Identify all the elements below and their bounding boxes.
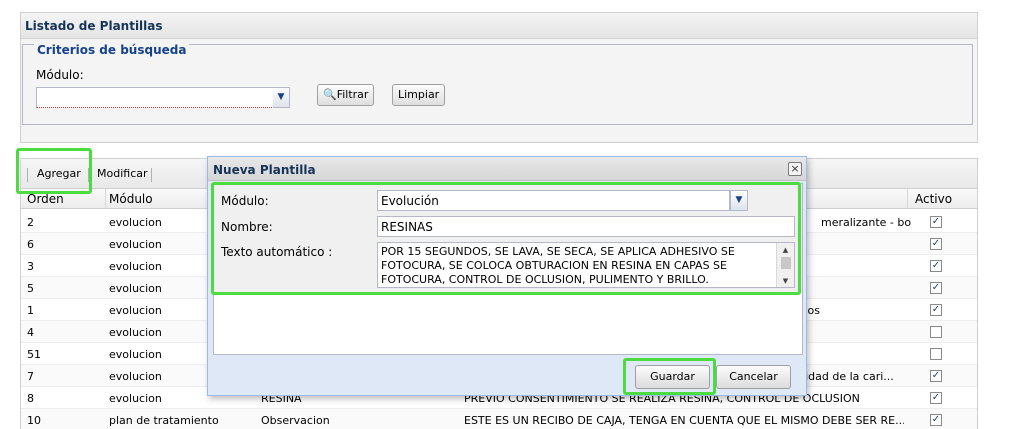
activo-checkbox[interactable]: ✓ xyxy=(930,392,942,404)
highlight-form xyxy=(211,182,801,295)
filter-button-label: Filtrar xyxy=(336,88,369,101)
activo-checkbox[interactable]: ✓ xyxy=(930,260,942,272)
column-divider xyxy=(105,189,106,209)
cell-orden: 3 xyxy=(27,260,34,273)
modulo-combo-input[interactable] xyxy=(36,87,274,108)
edit-button[interactable]: Modificar xyxy=(97,167,148,180)
modulo-label: Módulo: xyxy=(36,68,84,82)
cell-orden: 10 xyxy=(27,414,41,427)
activo-checkbox[interactable] xyxy=(930,326,942,338)
cell-texto: meralizante - bo... xyxy=(821,216,911,229)
column-header-modulo[interactable]: Módulo xyxy=(109,192,153,206)
panel-title: Listado de Plantillas xyxy=(21,13,977,39)
toolbar-separator xyxy=(151,168,152,182)
filter-button[interactable]: 🔍Filtrar xyxy=(317,84,375,106)
dialog-footer: Guardar Cancelar xyxy=(208,357,806,395)
clear-button[interactable]: Limpiar xyxy=(392,84,446,106)
activo-checkbox[interactable]: ✓ xyxy=(930,414,942,426)
cell-orden: 1 xyxy=(27,304,34,317)
cell-orden: 2 xyxy=(27,216,34,229)
criteria-legend: Criterios de búsqueda xyxy=(34,43,190,57)
activo-checkbox[interactable]: ✓ xyxy=(930,370,942,382)
cell-orden: 7 xyxy=(27,370,34,383)
activo-checkbox[interactable] xyxy=(930,348,942,360)
cell-nombre: Observacion xyxy=(261,414,330,427)
cell-modulo: plan de tratamiento xyxy=(109,414,219,427)
table-row[interactable]: 10 plan de tratamiento Observacion ESTE ES … xyxy=(21,409,977,429)
cell-texto: ESTE ES UN RECIBO DE CAJA, TENGA EN CUEN… xyxy=(464,414,904,427)
column-header-activo[interactable]: Activo xyxy=(915,192,952,206)
cancel-button[interactable]: Cancelar xyxy=(716,365,791,389)
dialog-title: Nueva Plantilla xyxy=(213,163,316,177)
cell-orden: 6 xyxy=(27,238,34,251)
cell-orden: 5 xyxy=(27,282,34,295)
activo-checkbox[interactable]: ✓ xyxy=(930,216,942,228)
magnifier-icon: 🔍 xyxy=(323,88,337,101)
highlight-add-button xyxy=(16,148,92,194)
cell-texto: vos xyxy=(801,304,820,317)
cell-orden: 4 xyxy=(27,326,34,339)
column-header-orden[interactable]: Orden xyxy=(27,192,64,206)
close-icon[interactable]: × xyxy=(788,162,802,176)
column-divider xyxy=(907,189,908,209)
chevron-down-icon[interactable]: ▼ xyxy=(273,87,290,108)
cell-orden: 8 xyxy=(27,392,34,405)
highlight-save-button xyxy=(623,358,716,395)
cell-texto-visible: talidad de la cari... xyxy=(791,370,894,383)
activo-checkbox[interactable]: ✓ xyxy=(930,282,942,294)
dialog-header: Nueva Plantilla × xyxy=(208,157,806,181)
activo-checkbox[interactable]: ✓ xyxy=(930,304,942,316)
activo-checkbox[interactable]: ✓ xyxy=(930,238,942,250)
cell-orden: 51 xyxy=(27,348,41,361)
